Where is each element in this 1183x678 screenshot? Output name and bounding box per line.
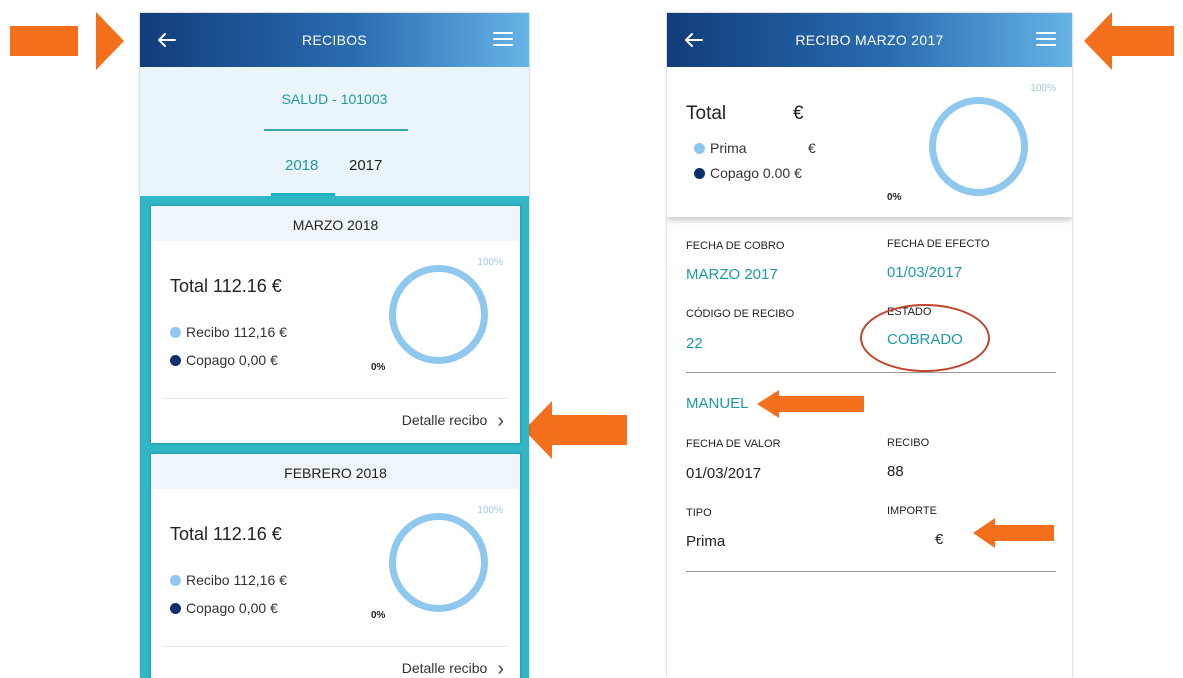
legend-recibo: Recibo 112,16 € xyxy=(170,324,287,340)
product-tab[interactable]: SALUD - 101003 xyxy=(140,91,529,107)
receipt-detail-screen: RECIBO MARZO 2017 Total € Prima € Copago… xyxy=(667,13,1072,678)
tipo-label: TIPO xyxy=(686,507,712,519)
receipt-card-month: FEBRERO 2018 xyxy=(151,454,520,489)
receipt-total: Total 112.16 € xyxy=(170,276,282,296)
receipts-list-screen: RECIBOS SALUD - 101003 2018 2017 MARZO 2… xyxy=(140,13,529,678)
legend-dot-copago xyxy=(694,168,705,179)
codigo-recibo-label: CÓDIGO DE RECIBO xyxy=(686,308,795,320)
product-tab-underline xyxy=(264,129,408,131)
legend-dot-recibo xyxy=(170,575,181,586)
page-title: RECIBOS xyxy=(301,32,368,48)
summary-total-label: Total xyxy=(686,103,727,124)
chart-max-label: 100% xyxy=(1030,83,1056,94)
codigo-recibo-value: 22 xyxy=(686,335,703,352)
chevron-right-icon: › xyxy=(497,658,504,678)
legend-prima-value: € xyxy=(808,140,816,156)
receipt-card: FEBRERO 2018 Total 112.16 € Recibo 112,1… xyxy=(151,454,520,678)
legend-copago: Copago 0,00 € xyxy=(170,352,278,368)
page-title: RECIBO MARZO 2017 xyxy=(795,32,944,48)
chart-max-label: 100% xyxy=(477,257,503,268)
chart-max-label: 100% xyxy=(477,505,503,516)
card-divider xyxy=(163,398,508,399)
fecha-cobro-label: FECHA DE COBRO xyxy=(686,240,785,252)
hamburger-menu-icon[interactable] xyxy=(1036,32,1056,48)
fecha-valor-value: 01/03/2017 xyxy=(686,465,762,482)
receipt-card: MARZO 2018 Total 112.16 € Recibo 112,16 … xyxy=(151,206,520,443)
donut-chart xyxy=(929,97,1028,196)
annotation-circle xyxy=(860,304,990,372)
fecha-valor-label: FECHA DE VALOR xyxy=(686,438,781,450)
detail-receipt-link[interactable]: Detalle recibo › xyxy=(402,410,504,433)
recibo-value: 88 xyxy=(887,463,904,480)
receipt-total: Total 112.16 € xyxy=(170,524,282,544)
fecha-efecto-label: FECHA DE EFECTO xyxy=(887,238,990,250)
section-divider xyxy=(686,571,1056,572)
fecha-efecto-value: 01/03/2017 xyxy=(887,264,963,281)
app-header: RECIBO MARZO 2017 xyxy=(667,13,1072,67)
summary-total-value: € xyxy=(793,103,804,124)
chevron-right-icon: › xyxy=(497,410,504,432)
legend-copago: Copago 0,00 € xyxy=(170,600,278,616)
recibo-label: RECIBO xyxy=(887,437,930,449)
chart-min-label: 0% xyxy=(887,192,902,203)
legend-recibo: Recibo 112,16 € xyxy=(170,572,287,588)
legend-copago: Copago 0.00 € xyxy=(694,165,802,181)
fecha-cobro-value: MARZO 2017 xyxy=(686,266,778,283)
importe-value: € xyxy=(935,531,944,548)
chart-min-label: 0% xyxy=(371,610,386,621)
legend-dot-copago xyxy=(170,355,181,366)
legend-dot-recibo xyxy=(170,327,181,338)
receipt-card-month: MARZO 2018 xyxy=(151,206,520,241)
card-divider xyxy=(163,646,508,647)
tab-year-2018[interactable]: 2018 xyxy=(285,157,318,174)
importe-label: IMPORTE xyxy=(887,505,937,517)
hamburger-menu-icon[interactable] xyxy=(493,32,513,48)
donut-chart xyxy=(389,513,488,612)
legend-dot-prima xyxy=(694,143,705,154)
detail-receipt-link[interactable]: Detalle recibo › xyxy=(402,658,504,678)
section-divider xyxy=(686,372,1056,373)
receipt-summary: Total € Prima € Copago 0.00 € 100% 0% xyxy=(667,67,1072,217)
person-name: MANUEL xyxy=(686,395,749,412)
tipo-value: Prima xyxy=(686,533,726,550)
donut-chart xyxy=(389,265,488,364)
app-header: RECIBOS xyxy=(140,13,529,67)
legend-dot-copago xyxy=(170,603,181,614)
chart-min-label: 0% xyxy=(371,362,386,373)
legend-prima: Prima xyxy=(694,140,747,156)
receipts-list: MARZO 2018 Total 112.16 € Recibo 112,16 … xyxy=(140,196,529,678)
tab-year-2017[interactable]: 2017 xyxy=(349,157,382,174)
